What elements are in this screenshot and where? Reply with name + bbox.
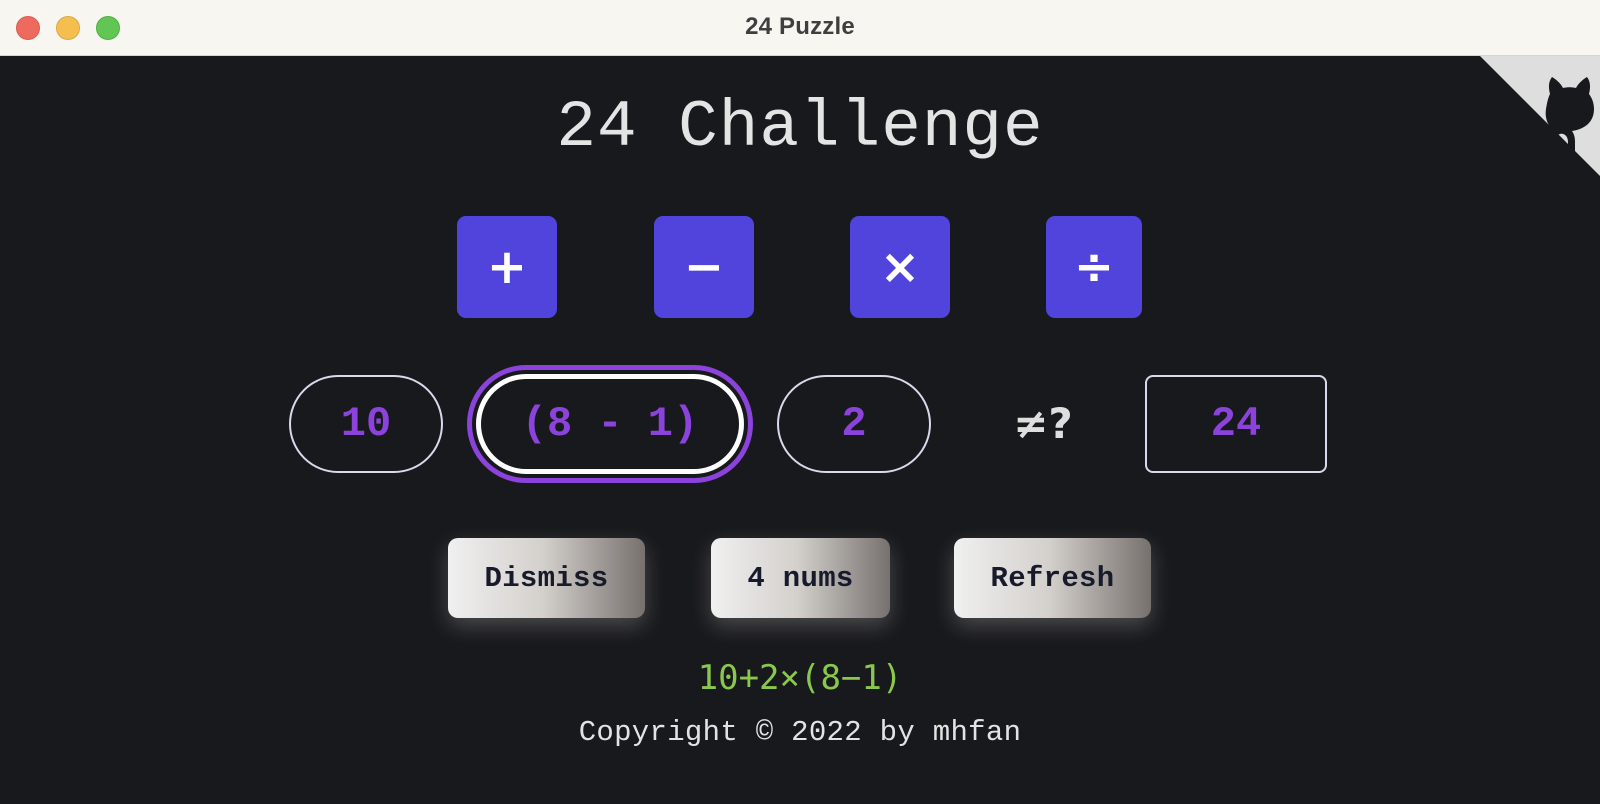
window-titlebar: 24 Puzzle <box>0 0 1600 56</box>
plus-button[interactable]: + <box>457 216 557 318</box>
refresh-button[interactable]: Refresh <box>954 538 1151 618</box>
number-two-button[interactable]: 2 <box>777 375 931 473</box>
expression-button-selected[interactable]: (8 - 1) <box>467 365 753 483</box>
divide-button[interactable]: ÷ <box>1046 216 1142 318</box>
copyright-text: Copyright © 2022 by mhfan <box>578 716 1022 749</box>
target-value-box: 24 <box>1145 375 1327 473</box>
number-ten-button[interactable]: 10 <box>289 375 443 473</box>
multiply-button[interactable]: × <box>850 216 950 318</box>
window-title: 24 Puzzle <box>745 13 855 40</box>
app-window: 24 Puzzle 24 Challenge + − × ÷ 10 (8 - 1… <box>0 0 1600 804</box>
solution-text: 10+2×(8−1) <box>697 658 903 698</box>
expression-label: (8 - 1) <box>476 374 744 474</box>
dismiss-button[interactable]: Dismiss <box>448 538 645 618</box>
minus-button[interactable]: − <box>654 216 754 318</box>
comparison-symbol: ≠? <box>1013 399 1073 448</box>
page-title: 24 Challenge <box>556 90 1044 165</box>
number-count-button[interactable]: 4 nums <box>711 538 890 618</box>
